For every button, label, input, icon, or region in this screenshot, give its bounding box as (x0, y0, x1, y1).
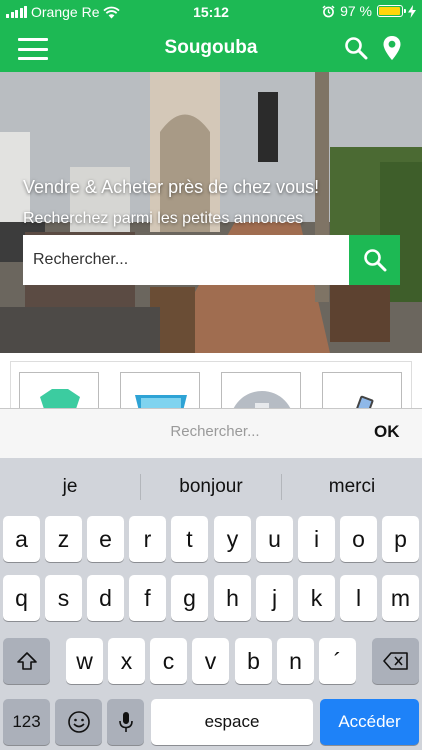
shift-icon (16, 652, 37, 670)
suggestion-merci[interactable]: merci (282, 476, 422, 498)
search-icon[interactable] (344, 36, 368, 60)
key-c[interactable]: c (150, 638, 187, 684)
key-r[interactable]: r (129, 516, 166, 562)
hero-headline: Vendre & Acheter près de chez vous! (23, 177, 320, 197)
status-bar: Orange Re 15:12 97 % (0, 0, 422, 24)
key-f[interactable]: f (129, 575, 166, 621)
accessory-search-field[interactable]: Rechercher... (150, 423, 280, 440)
emoji-icon (67, 711, 90, 733)
key-j[interactable]: j (256, 575, 293, 621)
space-key[interactable]: espace (151, 699, 313, 745)
key-d[interactable]: d (87, 575, 124, 621)
keyboard: je bonjour merci a z e r t y u i o p q s… (0, 458, 422, 750)
delete-key[interactable] (372, 638, 419, 684)
key-m[interactable]: m (382, 575, 419, 621)
key-e[interactable]: e (87, 516, 124, 562)
search-bar (23, 235, 400, 285)
key-p[interactable]: p (382, 516, 419, 562)
key-acute-accent[interactable]: ´ (319, 638, 356, 684)
battery-icon (377, 5, 406, 17)
numbers-key[interactable]: 123 (3, 699, 50, 745)
key-x[interactable]: x (108, 638, 145, 684)
key-a[interactable]: a (3, 516, 40, 562)
key-v[interactable]: v (192, 638, 229, 684)
key-o[interactable]: o (340, 516, 377, 562)
key-g[interactable]: g (171, 575, 208, 621)
search-input[interactable] (23, 235, 349, 285)
hero-subline: Recherchez parmi les petites annonces (23, 210, 304, 227)
suggestion-je[interactable]: je (0, 476, 140, 498)
key-y[interactable]: y (214, 516, 251, 562)
suggestion-bonjour[interactable]: bonjour (141, 476, 281, 498)
dictation-key[interactable] (107, 699, 144, 745)
keyboard-accessory-bar: Rechercher... OK (0, 408, 422, 458)
key-l[interactable]: l (340, 575, 377, 621)
search-icon (363, 249, 386, 272)
key-k[interactable]: k (298, 575, 335, 621)
key-t[interactable]: t (171, 516, 208, 562)
key-w[interactable]: w (66, 638, 103, 684)
category-strip (0, 353, 422, 421)
key-z[interactable]: z (45, 516, 82, 562)
battery-percent: 97 % (340, 3, 372, 19)
shift-key[interactable] (3, 638, 50, 684)
alarm-icon (322, 4, 335, 17)
hero-banner: Vendre & Acheter près de chez vous! Rech… (0, 72, 422, 353)
ok-button[interactable]: OK (374, 422, 400, 442)
emoji-key[interactable] (55, 699, 102, 745)
key-h[interactable]: h (214, 575, 251, 621)
key-q[interactable]: q (3, 575, 40, 621)
backspace-icon (382, 652, 408, 670)
key-u[interactable]: u (256, 516, 293, 562)
search-button[interactable] (349, 235, 400, 285)
top-navigation-bar: Sougouba (0, 24, 422, 72)
key-s[interactable]: s (45, 575, 82, 621)
key-i[interactable]: i (298, 516, 335, 562)
status-right: 97 % (322, 3, 416, 19)
microphone-icon (118, 712, 133, 732)
charging-icon (408, 4, 416, 18)
go-key[interactable]: Accéder (320, 699, 419, 745)
location-pin-icon[interactable] (382, 35, 402, 61)
predictive-bar: je bonjour merci (0, 458, 422, 516)
key-n[interactable]: n (277, 638, 314, 684)
key-b[interactable]: b (235, 638, 272, 684)
